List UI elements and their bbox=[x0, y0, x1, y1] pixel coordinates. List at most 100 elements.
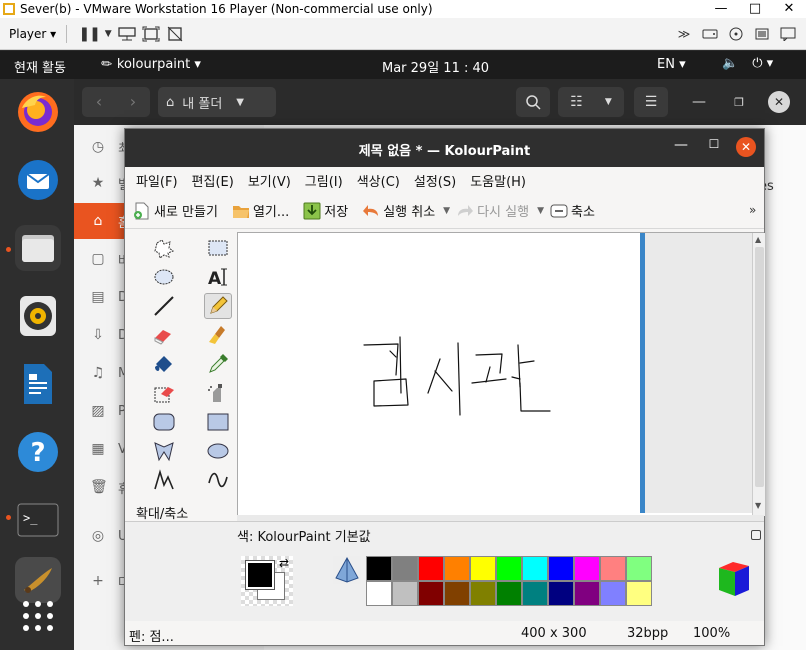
palette-swatch[interactable] bbox=[496, 556, 522, 581]
zoom-out-button[interactable]: 축소 bbox=[550, 201, 595, 220]
palette-swatch[interactable] bbox=[418, 556, 444, 581]
maximize-button[interactable]: ☐ bbox=[704, 137, 724, 151]
palette-swatch[interactable] bbox=[548, 581, 574, 606]
polygon-tool[interactable] bbox=[150, 438, 178, 464]
palette-swatch[interactable] bbox=[418, 581, 444, 606]
menu-view[interactable]: 보기(V) bbox=[248, 171, 291, 190]
spray-can-tool[interactable] bbox=[204, 380, 232, 406]
palette-swatch[interactable] bbox=[366, 581, 392, 606]
maximize-button[interactable]: □ bbox=[738, 0, 772, 18]
show-applications-icon[interactable] bbox=[15, 593, 61, 639]
free-form-selection-tool[interactable] bbox=[150, 235, 178, 261]
elliptical-selection-tool[interactable] bbox=[150, 264, 178, 290]
forward-icon[interactable]: ≫ bbox=[672, 22, 696, 46]
help-icon[interactable]: ? bbox=[15, 429, 61, 475]
close-button[interactable]: ✕ bbox=[772, 0, 806, 18]
foreground-color-swatch[interactable] bbox=[245, 560, 275, 590]
line-tool[interactable] bbox=[150, 293, 178, 319]
palette-swatch[interactable] bbox=[574, 556, 600, 581]
ellipse-tool[interactable] bbox=[204, 438, 232, 464]
rectangular-selection-tool[interactable] bbox=[204, 235, 232, 261]
palette-swatch[interactable] bbox=[600, 556, 626, 581]
palette-swatch[interactable] bbox=[548, 556, 574, 581]
pen-tool[interactable] bbox=[204, 293, 232, 319]
palette-swatch[interactable] bbox=[392, 581, 418, 606]
menu-help[interactable]: 도움말(H) bbox=[470, 171, 526, 190]
language-indicator[interactable]: EN ▾ bbox=[657, 57, 686, 72]
files-close-button[interactable]: ✕ bbox=[768, 91, 790, 113]
rhythmbox-icon[interactable] bbox=[15, 293, 61, 339]
libreoffice-writer-icon[interactable] bbox=[15, 361, 61, 407]
clock[interactable]: Mar 29일 11 : 40 bbox=[382, 57, 489, 76]
files-minimize-button[interactable]: — bbox=[688, 87, 710, 117]
thunderbird-icon[interactable] bbox=[15, 157, 61, 203]
files-icon[interactable] bbox=[15, 225, 61, 271]
swap-colors-icon[interactable]: ⇄ bbox=[279, 556, 289, 570]
menu-image[interactable]: 그림(I) bbox=[305, 171, 343, 190]
palette-swatch[interactable] bbox=[626, 581, 652, 606]
cd-drive-icon[interactable] bbox=[724, 22, 748, 46]
save-button[interactable]: 저장 bbox=[303, 201, 348, 220]
color-eraser-tool[interactable] bbox=[150, 380, 178, 406]
forward-button[interactable]: › bbox=[116, 87, 150, 117]
pause-icon[interactable]: ❚❚ bbox=[77, 22, 101, 46]
view-list-button[interactable]: ☷ ▼ bbox=[558, 87, 624, 117]
palette-swatch[interactable] bbox=[470, 556, 496, 581]
foreground-background-selector[interactable]: ⇄ bbox=[241, 556, 293, 606]
terminal-icon[interactable]: >_ bbox=[15, 497, 61, 543]
color-box-options-icon[interactable] bbox=[751, 530, 761, 540]
connected-lines-tool[interactable] bbox=[150, 467, 178, 493]
hard-disk-icon[interactable] bbox=[698, 22, 722, 46]
menu-button[interactable]: ☰ bbox=[634, 87, 668, 117]
minimize-button[interactable]: — bbox=[704, 0, 738, 18]
curve-tool[interactable] bbox=[204, 467, 232, 493]
usb-icon[interactable] bbox=[750, 22, 774, 46]
app-menu-button[interactable]: ✎kolourpaint ▾ bbox=[98, 55, 200, 74]
files-maximize-button[interactable]: ❐ bbox=[728, 87, 750, 117]
firefox-icon[interactable] bbox=[15, 89, 61, 135]
menu-file[interactable]: 파일(F) bbox=[136, 171, 178, 190]
palette-swatch[interactable] bbox=[444, 556, 470, 581]
palette-swatch[interactable] bbox=[522, 556, 548, 581]
close-button[interactable]: ✕ bbox=[736, 137, 756, 157]
new-button[interactable]: 새로 만들기 bbox=[133, 201, 218, 220]
message-icon[interactable] bbox=[776, 22, 800, 46]
flood-fill-tool[interactable] bbox=[150, 351, 178, 377]
menu-edit[interactable]: 편집(E) bbox=[192, 171, 234, 190]
palette-swatch[interactable] bbox=[522, 581, 548, 606]
vertical-scrollbar[interactable]: ▲ ▼ bbox=[752, 233, 765, 516]
toolbar-overflow-button[interactable]: » bbox=[749, 203, 756, 217]
unity-icon[interactable] bbox=[163, 22, 187, 46]
path-bar-home[interactable]: ⌂ 내 폴더 ▼ bbox=[158, 87, 276, 117]
undo-button[interactable]: 실행 취소 bbox=[362, 201, 435, 220]
scroll-down-arrow[interactable]: ▼ bbox=[755, 501, 761, 510]
open-button[interactable]: 열기... bbox=[232, 201, 289, 220]
rectangle-tool[interactable] bbox=[204, 409, 232, 435]
color-similarity-icon[interactable] bbox=[333, 556, 361, 584]
palette-swatch[interactable] bbox=[444, 581, 470, 606]
system-tray[interactable]: 🔈 ⏻ ▾ bbox=[722, 56, 773, 71]
palette-swatch[interactable] bbox=[366, 556, 392, 581]
drawing-canvas[interactable] bbox=[238, 233, 640, 513]
palette-swatch[interactable] bbox=[574, 581, 600, 606]
rounded-rectangle-tool[interactable] bbox=[150, 409, 178, 435]
palette-swatch[interactable] bbox=[600, 581, 626, 606]
scrollbar-thumb[interactable] bbox=[755, 247, 764, 487]
brush-tool[interactable] bbox=[204, 322, 232, 348]
redo-button[interactable]: 다시 실행 bbox=[456, 201, 529, 220]
color-picker-tool[interactable] bbox=[204, 351, 232, 377]
menu-colors[interactable]: 색상(C) bbox=[357, 171, 400, 190]
palette-swatch[interactable] bbox=[470, 581, 496, 606]
redo-history-dropdown[interactable]: ▼ bbox=[537, 206, 544, 216]
palette-swatch[interactable] bbox=[626, 556, 652, 581]
scroll-up-arrow[interactable]: ▲ bbox=[755, 235, 761, 244]
text-tool[interactable]: A bbox=[204, 264, 232, 290]
search-button[interactable] bbox=[516, 87, 550, 117]
minimize-button[interactable]: — bbox=[671, 137, 691, 153]
chevron-down-icon[interactable]: ▼ bbox=[101, 22, 115, 46]
back-button[interactable]: ‹ bbox=[82, 87, 116, 117]
network-icon[interactable] bbox=[115, 22, 139, 46]
player-menu-button[interactable]: Player ▾ bbox=[9, 27, 56, 41]
undo-history-dropdown[interactable]: ▼ bbox=[443, 206, 450, 216]
menu-settings[interactable]: 설정(S) bbox=[414, 171, 456, 190]
